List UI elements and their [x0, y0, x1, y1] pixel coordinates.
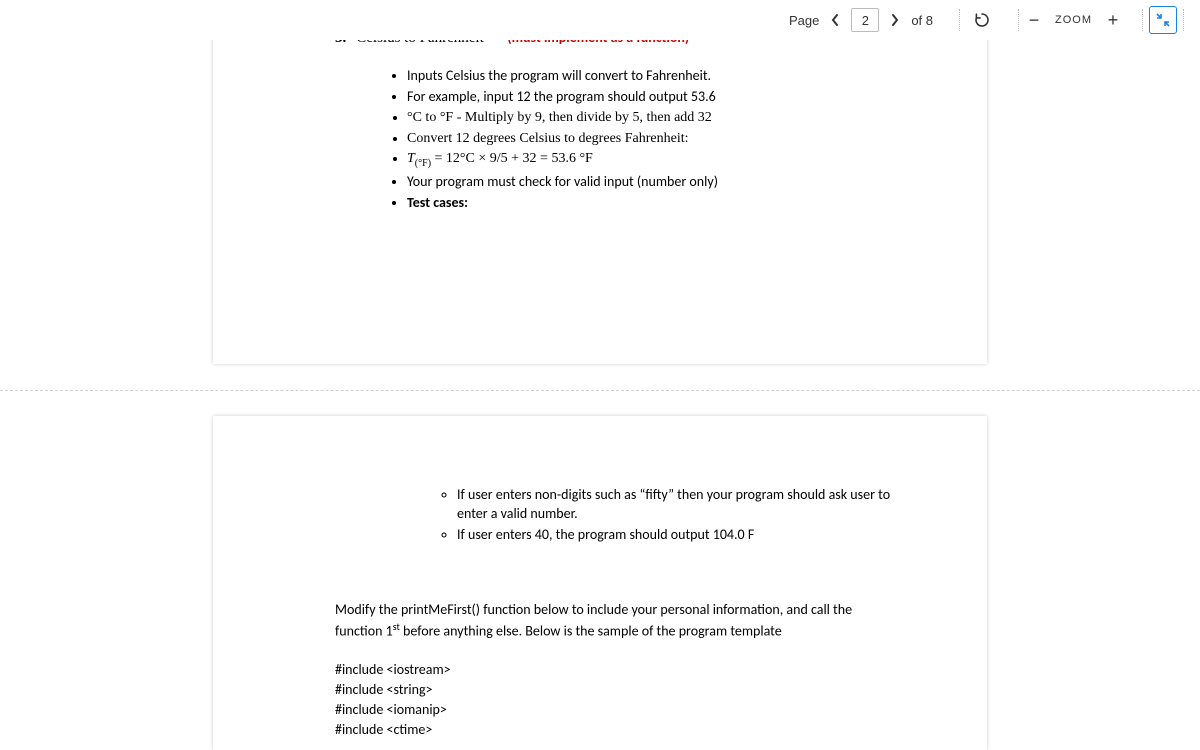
section-bullets: Inputs Celsius the program will convert …: [287, 67, 913, 213]
toolbar-separator: [1183, 9, 1184, 31]
page-divider: [0, 390, 1200, 391]
code-includes: #include <iostream> #include <string> #i…: [335, 661, 913, 740]
chevron-left-icon: [830, 13, 840, 27]
toolbar-separator: [959, 9, 960, 31]
para-sup: st: [393, 620, 400, 633]
toolbar: Page of 8 − ZOOM +: [0, 0, 1200, 40]
list-item: °C to °F - Multiply by 9, then divide by…: [407, 109, 913, 128]
formula-sub: (°F): [415, 158, 431, 169]
section-3: 3. Celsius to Fahrenheit (must implement…: [287, 28, 913, 213]
chevron-right-icon: [890, 13, 900, 27]
zoom-controls: − ZOOM +: [1025, 11, 1122, 29]
page-content: If user enters non-digits such as “fifty…: [213, 416, 987, 740]
formula-var: T: [407, 151, 415, 166]
zoom-label: ZOOM: [1055, 14, 1092, 26]
page-total-label: of 8: [911, 13, 933, 28]
code-line: #include <iomanip>: [335, 701, 913, 720]
toolbar-separator: [1142, 9, 1143, 31]
page-number-input[interactable]: [851, 8, 879, 32]
fullscreen-collapse-icon: [1156, 13, 1170, 27]
page-navigation: Page of 8: [789, 8, 933, 32]
para-part-b: before anything else. Below is the sampl…: [400, 622, 782, 639]
fullscreen-button[interactable]: [1149, 6, 1177, 34]
page-label: Page: [789, 13, 819, 28]
list-item: T(°F) = 12°C × 9/5 + 32 = 53.6 °F: [407, 150, 913, 170]
pdf-viewer: Page of 8 − ZOOM +: [0, 0, 1200, 750]
zoom-in-button[interactable]: +: [1104, 11, 1122, 29]
test-cases-label: Test cases:: [407, 194, 468, 211]
toolbar-separator: [1018, 9, 1019, 31]
formula-rest: = 12°C × 9/5 + 32 = 53.6 °F: [431, 151, 593, 166]
rotate-button[interactable]: [970, 8, 994, 32]
list-item: If user enters non-digits such as “fifty…: [457, 486, 913, 524]
list-item: Test cases:: [407, 194, 913, 213]
code-line: #include <iostream>: [335, 661, 913, 680]
page-content: 3. Celsius to Fahrenheit (must implement…: [213, 28, 987, 213]
code-line: #include <ctime>: [335, 721, 913, 740]
zoom-out-button[interactable]: −: [1025, 11, 1043, 29]
code-line: #include <string>: [335, 681, 913, 700]
list-item: Your program must check for valid input …: [407, 173, 913, 192]
list-item: Inputs Celsius the program will convert …: [407, 67, 913, 86]
document-page-upper: 3. Celsius to Fahrenheit (must implement…: [213, 0, 987, 364]
list-item: If user enters 40, the program should ou…: [457, 526, 913, 545]
list-item: Convert 12 degrees Celsius to degrees Fa…: [407, 130, 913, 149]
rotate-icon: [973, 11, 991, 29]
document-page-lower: If user enters non-digits such as “fifty…: [213, 416, 987, 750]
sub-bullets: If user enters non-digits such as “fifty…: [287, 486, 913, 545]
list-item: For example, input 12 the program should…: [407, 88, 913, 107]
prev-page-button[interactable]: [827, 12, 843, 28]
next-page-button[interactable]: [887, 12, 903, 28]
modify-paragraph: Modify the printMeFirst() function below…: [335, 601, 883, 641]
